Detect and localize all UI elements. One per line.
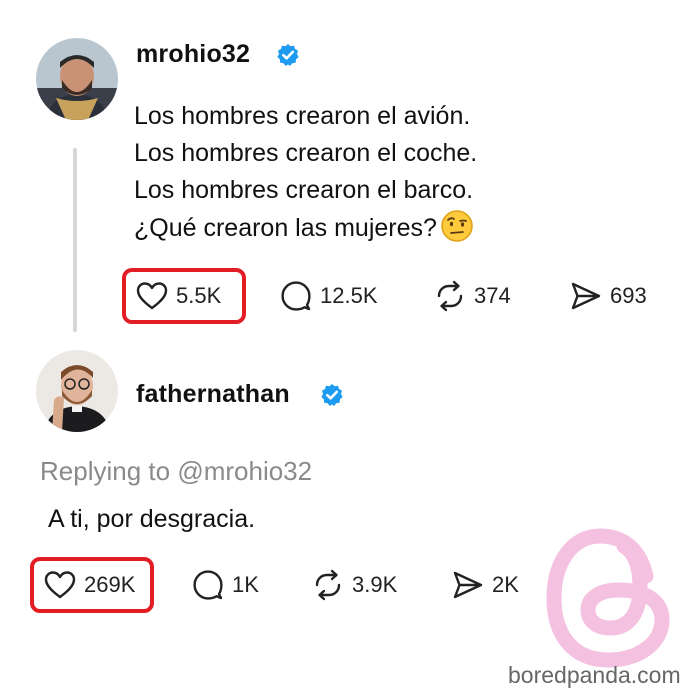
heart-icon bbox=[136, 282, 168, 310]
raised-eyebrow-emoji bbox=[440, 209, 474, 254]
like-count: 5.5K bbox=[176, 283, 222, 308]
post-text: Los hombres crearon el avión. Los hombre… bbox=[134, 98, 477, 254]
reply-text: A ti, por desgracia. bbox=[48, 505, 256, 533]
share-button[interactable]: 2K bbox=[452, 569, 519, 601]
like-button[interactable]: 5.5K bbox=[136, 280, 221, 312]
share-count: 2K bbox=[492, 572, 519, 597]
comment-button[interactable]: 12.5K bbox=[280, 280, 378, 312]
replying-to: Replying to @mrohio32 bbox=[40, 456, 312, 487]
comment-button[interactable]: 1K bbox=[192, 569, 259, 601]
share-icon bbox=[571, 282, 601, 310]
verified-icon bbox=[277, 44, 299, 66]
heart-icon bbox=[44, 571, 76, 599]
avatar-fathernathan[interactable] bbox=[36, 350, 118, 432]
watermark: boredpanda.com bbox=[508, 662, 681, 688]
comment-count: 1K bbox=[232, 572, 259, 597]
repost-button[interactable]: 374 bbox=[434, 280, 511, 312]
post-line-4: ¿Qué crearon las mujeres? bbox=[134, 209, 477, 254]
like-count: 269K bbox=[84, 572, 136, 597]
repost-icon bbox=[315, 569, 341, 601]
repost-count: 3.9K bbox=[352, 572, 398, 597]
comment-icon bbox=[281, 281, 311, 311]
repost-button[interactable]: 3.9K bbox=[312, 569, 397, 601]
verified-icon bbox=[321, 384, 343, 406]
comment-count: 12.5K bbox=[320, 283, 378, 308]
repost-count: 374 bbox=[474, 283, 511, 308]
post-username[interactable]: mrohio32 bbox=[136, 40, 250, 69]
comment-icon bbox=[193, 570, 223, 600]
like-button[interactable]: 269K bbox=[44, 569, 135, 601]
share-count: 693 bbox=[610, 283, 647, 308]
repost-icon bbox=[437, 280, 463, 312]
thread-line bbox=[73, 148, 77, 332]
avatar-mrohio32[interactable] bbox=[36, 38, 118, 120]
reply-username[interactable]: fathernathan bbox=[136, 380, 290, 409]
post-line: Los hombres crearon el coche. bbox=[134, 139, 478, 167]
replying-prefix: Replying to bbox=[40, 456, 171, 486]
threads-logo-icon bbox=[546, 528, 670, 668]
post-line: Los hombres crearon el avión. bbox=[134, 102, 471, 130]
post-line: Los hombres crearon el barco. bbox=[134, 176, 474, 204]
share-button[interactable]: 693 bbox=[570, 280, 647, 312]
share-icon bbox=[453, 571, 483, 599]
replying-handle[interactable]: @mrohio32 bbox=[177, 456, 312, 486]
post-line: ¿Qué crearon las mujeres? bbox=[134, 214, 437, 242]
